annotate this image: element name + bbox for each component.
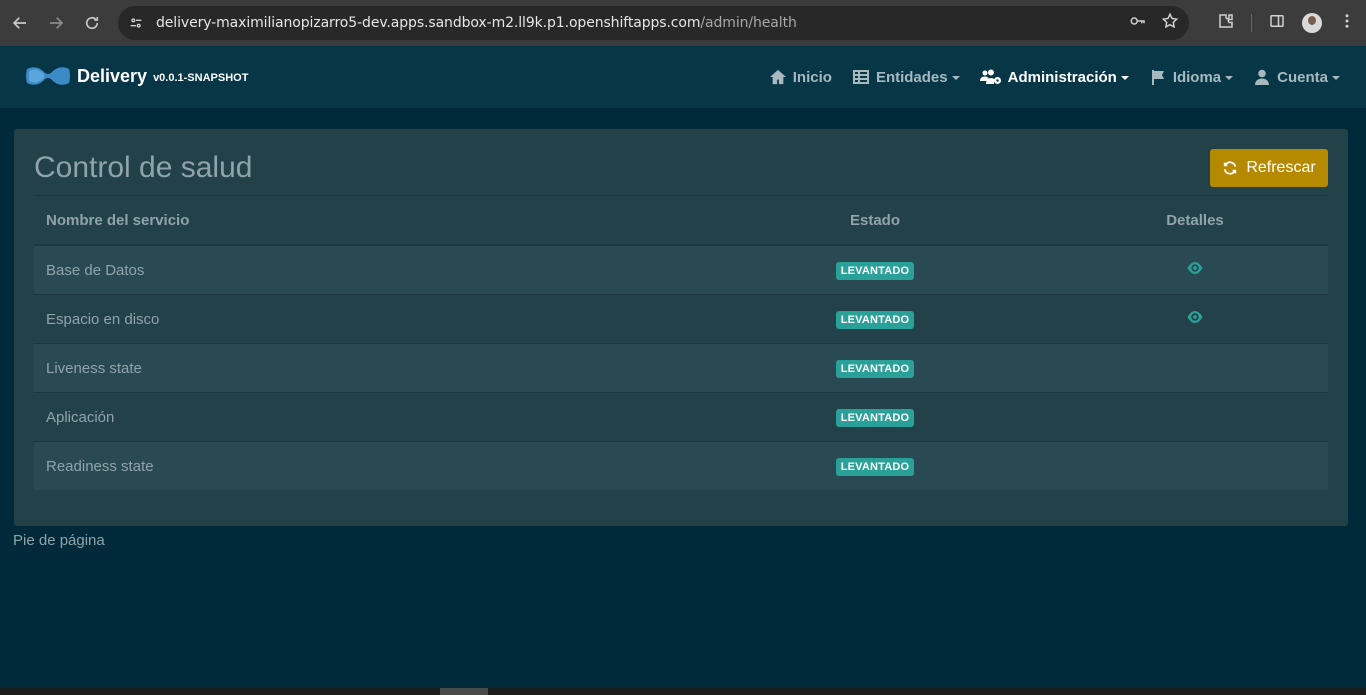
column-header-status: Estado [688, 195, 1062, 246]
page-footer: Pie de página [13, 532, 105, 549]
brand[interactable]: Delivery v0.0.1-SNAPSHOT [25, 64, 248, 88]
caret-down-icon [1332, 75, 1340, 80]
site-info-icon[interactable] [124, 11, 148, 35]
nav-item-label: Idioma [1172, 68, 1222, 86]
nav-item-label: Inicio [792, 68, 832, 86]
flag-icon [1151, 70, 1164, 85]
bottom-taskbar [0, 688, 1366, 695]
status-badge: LEVANTADO [835, 457, 915, 476]
nav-item-label: Administración [1007, 68, 1117, 86]
table-row: Liveness state LEVANTADO [34, 343, 1328, 393]
status-badge: LEVANTADO [835, 261, 915, 280]
nav-item-cuenta[interactable]: Cuenta [1253, 69, 1340, 86]
service-name: Aplicación [34, 392, 688, 442]
eye-icon[interactable] [1186, 310, 1204, 328]
service-name: Base de Datos [34, 244, 688, 295]
health-card: Control de salud Refrescar Nombre del se… [14, 129, 1348, 526]
table-row: Aplicación LEVANTADO [34, 392, 1328, 442]
key-icon[interactable] [1129, 12, 1147, 35]
url-host: delivery-maximilianopizarro5-dev.apps.sa… [156, 15, 701, 31]
browser-toolbar: delivery-maximilianopizarro5-dev.apps.sa… [0, 0, 1366, 46]
refresh-button-label: Refrescar [1246, 159, 1316, 176]
more-menu-icon[interactable] [1338, 12, 1356, 35]
refresh-button[interactable]: Refrescar [1210, 149, 1328, 187]
main-menu: Inicio Entidades Administración Idioma C… [769, 46, 1340, 108]
users-cog-icon [979, 69, 1001, 84]
status-badge: LEVANTADO [835, 310, 915, 329]
status-badge: LEVANTADO [835, 408, 915, 427]
url-path: /admin/health [700, 15, 797, 31]
address-bar[interactable]: delivery-maximilianopizarro5-dev.apps.sa… [118, 6, 1189, 40]
horizontal-scrollbar-thumb[interactable] [440, 688, 488, 695]
page-title: Control de salud [34, 151, 253, 184]
table-row: Readiness state LEVANTADO [34, 441, 1328, 490]
nav-item-label: Entidades [875, 68, 948, 86]
nav-item-label: Cuenta [1277, 68, 1328, 86]
eye-icon[interactable] [1186, 261, 1204, 279]
table-row: Espacio en disco LEVANTADO [34, 294, 1328, 344]
toolbar-separator [1251, 14, 1252, 32]
nav-item-idioma[interactable]: Idioma [1149, 68, 1234, 86]
caret-down-icon [1225, 75, 1234, 80]
forward-icon[interactable] [38, 5, 74, 41]
app-navbar: Delivery v0.0.1-SNAPSHOT Inicio Entidade… [0, 46, 1366, 108]
nav-item-inicio[interactable]: Inicio [769, 69, 832, 86]
service-name: Readiness state [34, 441, 688, 490]
reload-icon[interactable] [74, 5, 110, 41]
column-header-details: Detalles [1062, 195, 1328, 246]
back-icon[interactable] [2, 5, 38, 41]
bookmark-star-icon[interactable] [1161, 12, 1179, 35]
extensions-icon[interactable] [1217, 12, 1235, 35]
caret-down-icon [1120, 75, 1129, 80]
side-panel-icon[interactable] [1268, 12, 1286, 35]
nav-item-administracion[interactable]: Administración [979, 68, 1129, 86]
profile-avatar[interactable] [1302, 13, 1322, 33]
brand-logo-icon [26, 67, 70, 85]
brand-name: Delivery [77, 65, 148, 86]
caret-down-icon [951, 75, 960, 80]
table-header-row: Nombre del servicio Estado Detalles [34, 195, 1328, 246]
service-name: Liveness state [34, 343, 688, 393]
brand-version: v0.0.1-SNAPSHOT [153, 72, 249, 84]
nav-item-entidades[interactable]: Entidades [852, 69, 960, 86]
url-text: delivery-maximilianopizarro5-dev.apps.sa… [156, 15, 797, 31]
table-list-icon [852, 70, 869, 84]
column-header-service: Nombre del servicio [34, 195, 688, 246]
sync-icon [1224, 161, 1237, 175]
table-row: Base de Datos LEVANTADO [34, 244, 1328, 295]
home-icon [769, 69, 786, 85]
status-badge: LEVANTADO [835, 359, 915, 378]
health-table: Nombre del servicio Estado Detalles Base… [34, 195, 1328, 490]
user-icon [1255, 69, 1270, 85]
service-name: Espacio en disco [34, 294, 688, 344]
